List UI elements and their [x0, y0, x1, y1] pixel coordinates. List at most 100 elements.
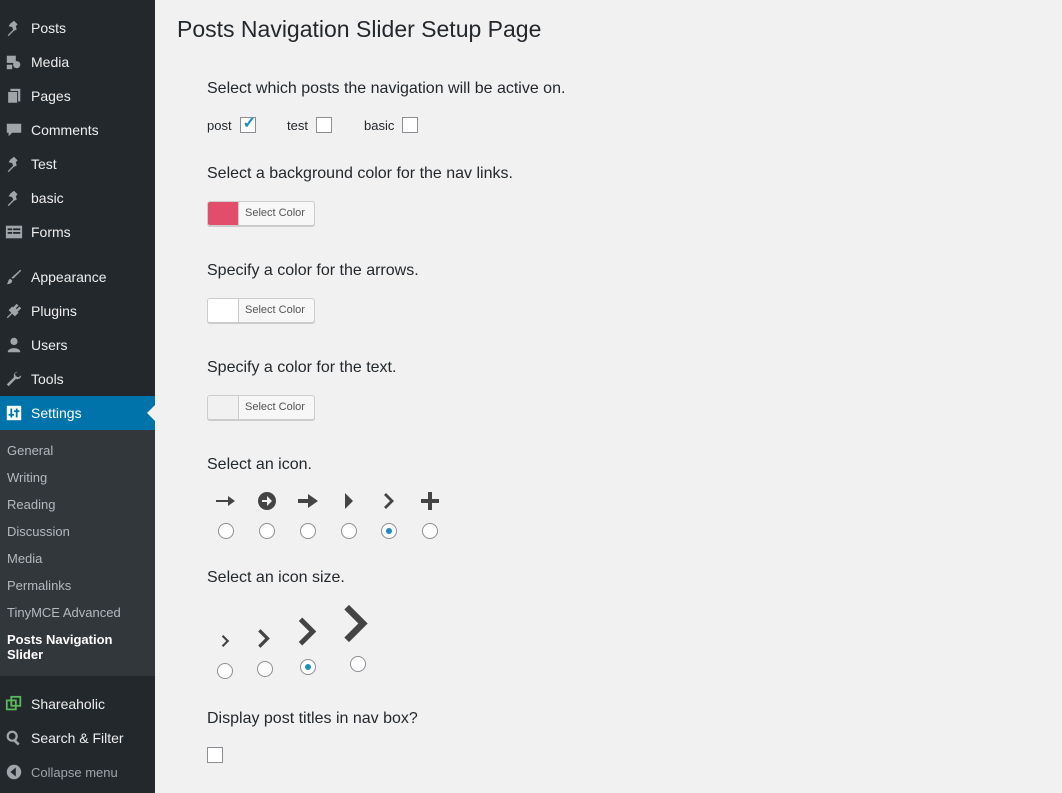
- wrench-icon: [4, 369, 24, 389]
- display-titles-label: Display post titles in nav box?: [207, 710, 418, 727]
- collapse-icon: [4, 762, 24, 782]
- post-type-test[interactable]: test: [287, 117, 332, 133]
- admin-sidebar: Posts Media Pages Comments Test basic Fo…: [0, 0, 155, 793]
- arrow-right-icon: [214, 491, 238, 511]
- post-type-checkbox[interactable]: ✓: [239, 115, 256, 133]
- icon-size-label: Select an icon size.: [207, 569, 345, 586]
- sidebar-item-media[interactable]: Media: [0, 45, 155, 79]
- chevron-right-icon: [377, 491, 401, 511]
- icon-radio[interactable]: [422, 523, 438, 539]
- icon-radio[interactable]: [259, 523, 275, 539]
- arrow-color-picker-button[interactable]: Select Color: [207, 298, 315, 323]
- forms-icon: [4, 222, 24, 242]
- brush-icon: [4, 267, 24, 287]
- icon-size-radio[interactable]: [300, 659, 316, 675]
- pin-icon: [4, 188, 24, 208]
- chevron-xlarge-icon: [341, 603, 371, 643]
- sidebar-item-label: Forms: [31, 224, 71, 240]
- sidebar-item-comments[interactable]: Comments: [0, 113, 155, 147]
- post-type-label: test: [287, 117, 308, 133]
- checkmark-icon: ✓: [242, 115, 256, 132]
- display-titles-checkbox[interactable]: [207, 747, 223, 763]
- submenu-item-discussion[interactable]: Discussion: [7, 524, 147, 539]
- color-swatch: [208, 299, 239, 322]
- circle-arrow-icon: [255, 491, 279, 511]
- sidebar-item-appearance[interactable]: Appearance: [0, 260, 155, 294]
- submenu-item-reading[interactable]: Reading: [7, 497, 147, 512]
- media-icon: [4, 52, 24, 72]
- icon-radio[interactable]: [300, 523, 316, 539]
- sidebar-item-label: Appearance: [31, 269, 107, 285]
- icon-size-radio[interactable]: [217, 663, 233, 679]
- triangle-icon: [337, 491, 361, 511]
- arrow-color-label: Specify a color for the arrows.: [207, 262, 419, 279]
- icon-select-label: Select an icon.: [207, 456, 312, 473]
- active-indicator: [147, 405, 155, 421]
- sidebar-item-search-filter[interactable]: Search & Filter: [0, 721, 155, 755]
- pin-icon: [4, 154, 24, 174]
- post-type-post[interactable]: post ✓: [207, 115, 256, 133]
- chevron-medium-icon: [255, 627, 273, 649]
- sidebar-item-label: Posts: [31, 20, 67, 36]
- icon-radio[interactable]: [381, 523, 397, 539]
- post-type-basic[interactable]: basic: [364, 117, 419, 133]
- sidebar-item-label: Test: [31, 156, 57, 172]
- bg-color-picker-button[interactable]: Select Color: [207, 201, 315, 226]
- submenu-item-writing[interactable]: Writing: [7, 470, 147, 485]
- select-color-label: Select Color: [245, 401, 305, 413]
- sidebar-item-label: Shareaholic: [31, 696, 105, 712]
- sidebar-item-posts[interactable]: Posts: [0, 11, 155, 45]
- text-color-picker-button[interactable]: Select Color: [207, 395, 315, 420]
- sidebar-item-label: Tools: [31, 371, 64, 387]
- settings-icon: [4, 403, 24, 423]
- select-color-label: Select Color: [245, 207, 305, 219]
- pages-icon: [4, 86, 24, 106]
- icon-radio[interactable]: [218, 523, 234, 539]
- shareaholic-icon: [4, 694, 24, 714]
- color-swatch: [208, 396, 239, 419]
- submenu-item-permalinks[interactable]: Permalinks: [7, 578, 147, 593]
- comment-icon: [4, 120, 24, 140]
- post-type-label: post: [207, 117, 232, 133]
- chevron-small-icon: [218, 633, 232, 649]
- submenu-item-posts-navigation-slider[interactable]: Posts Navigation Slider: [7, 632, 127, 662]
- sidebar-item-test[interactable]: Test: [0, 147, 155, 181]
- sidebar-item-shareaholic[interactable]: Shareaholic: [0, 687, 155, 721]
- icon-size-radio[interactable]: [257, 661, 273, 677]
- sidebar-item-label: Pages: [31, 88, 71, 104]
- post-type-checkbox[interactable]: [315, 117, 332, 133]
- submenu-item-general[interactable]: General: [7, 443, 147, 458]
- main-content: Posts Navigation Slider Setup Page Selec…: [155, 0, 1062, 793]
- sidebar-item-label: Collapse menu: [31, 764, 118, 780]
- submenu-item-media[interactable]: Media: [7, 551, 147, 566]
- post-types-label: Select which posts the navigation will b…: [207, 80, 566, 97]
- bold-arrow-icon: [296, 491, 320, 511]
- sidebar-item-pages[interactable]: Pages: [0, 79, 155, 113]
- search-icon: [4, 728, 24, 748]
- chevron-large-icon: [295, 616, 319, 646]
- bg-color-label: Select a background color for the nav li…: [207, 165, 513, 182]
- post-type-checkbox[interactable]: [402, 117, 419, 133]
- collapse-menu-button[interactable]: Collapse menu: [0, 755, 155, 789]
- page-title: Posts Navigation Slider Setup Page: [177, 16, 542, 42]
- color-swatch: [208, 202, 239, 225]
- sidebar-item-forms[interactable]: Forms: [0, 215, 155, 249]
- sidebar-item-label: Search & Filter: [31, 730, 124, 746]
- plug-icon: [4, 301, 24, 321]
- post-type-label: basic: [364, 117, 395, 133]
- sidebar-item-plugins[interactable]: Plugins: [0, 294, 155, 328]
- icon-radio[interactable]: [341, 523, 357, 539]
- icon-size-radio[interactable]: [350, 656, 366, 672]
- text-color-label: Specify a color for the text.: [207, 359, 397, 376]
- sidebar-item-users[interactable]: Users: [0, 328, 155, 362]
- sidebar-item-basic[interactable]: basic: [0, 181, 155, 215]
- sidebar-item-label: basic: [31, 190, 64, 206]
- plus-icon: [418, 491, 442, 511]
- sidebar-item-tools[interactable]: Tools: [0, 362, 155, 396]
- select-color-label: Select Color: [245, 304, 305, 316]
- sidebar-item-label: Media: [31, 54, 70, 70]
- sidebar-item-label: Plugins: [31, 303, 77, 319]
- sidebar-item-settings[interactable]: Settings: [0, 396, 155, 430]
- sidebar-item-label: Comments: [31, 122, 99, 138]
- submenu-item-tinymce-advanced[interactable]: TinyMCE Advanced: [7, 605, 147, 620]
